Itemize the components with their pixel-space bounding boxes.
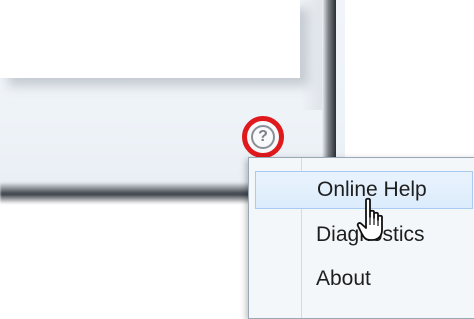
menu-item-about[interactable]: About — [255, 260, 473, 298]
menu-item-label: About — [316, 267, 371, 290]
help-circle-icon: ? — [251, 125, 275, 149]
help-glyph: ? — [258, 128, 268, 145]
help-button[interactable]: ? — [242, 116, 284, 158]
hand-pointer-icon — [356, 197, 383, 241]
content-panel — [0, 0, 300, 78]
window-edge-highlight — [300, 0, 322, 110]
